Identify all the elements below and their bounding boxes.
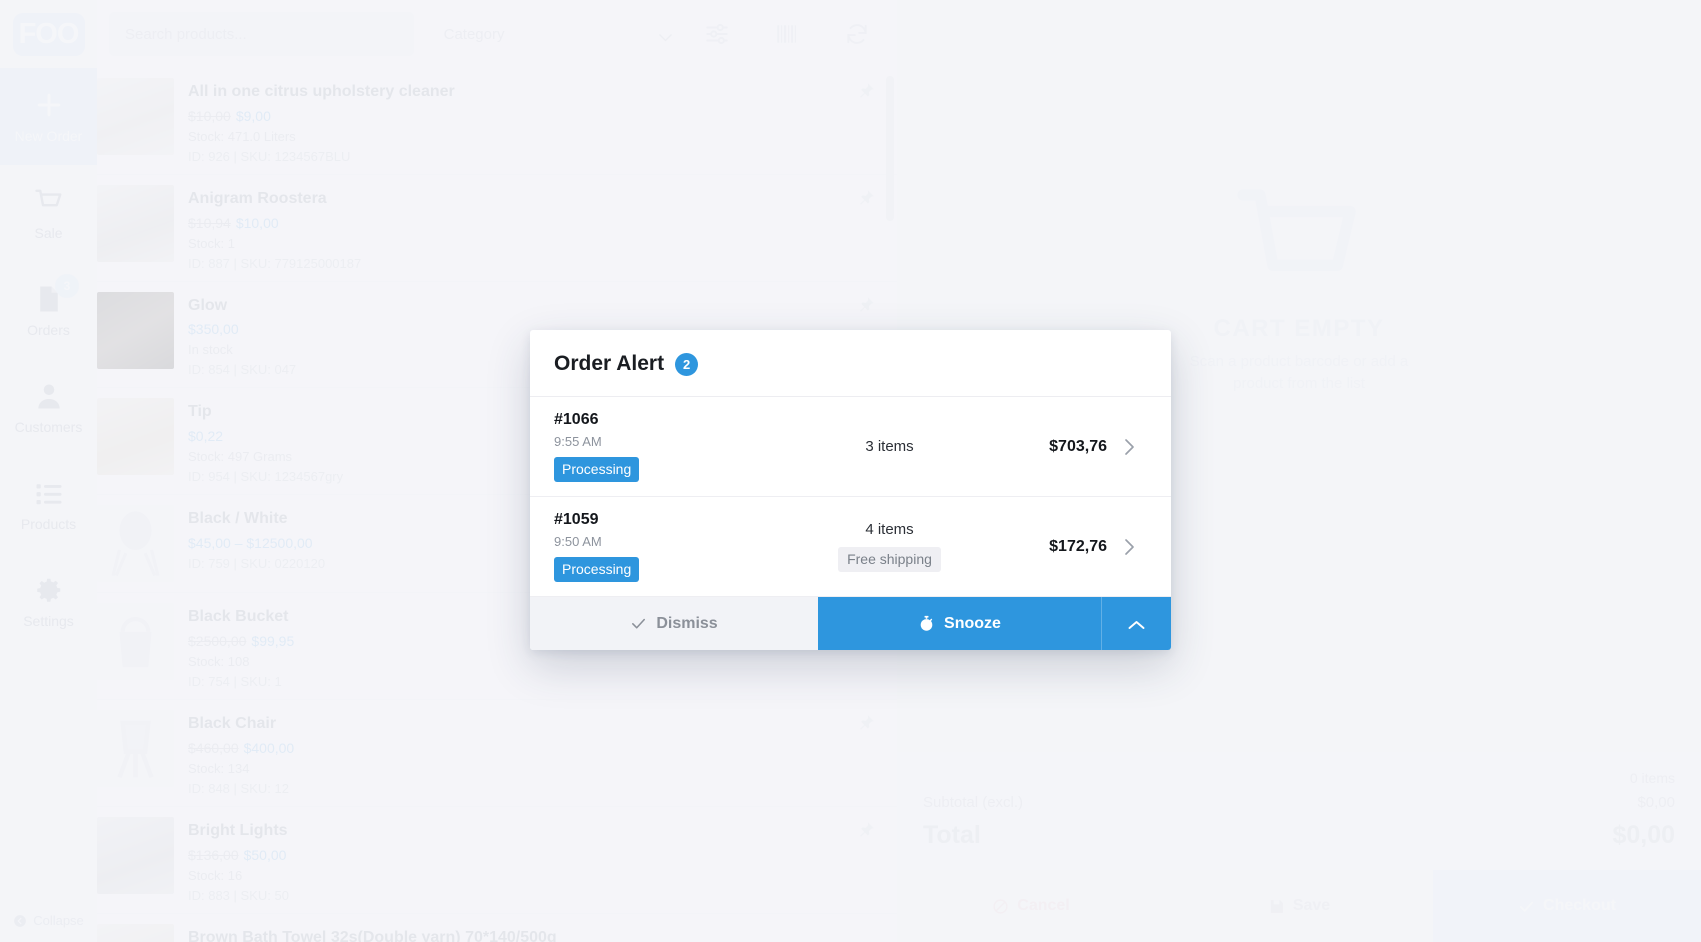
dismiss-label: Dismiss (656, 614, 718, 632)
status-badge: Processing (554, 557, 640, 582)
expand-collapse-button[interactable] (1101, 597, 1171, 650)
pos-application: FOO New Order Sale 3 Orders Customers Pr… (0, 0, 1701, 942)
order-time: 9:55 AM (554, 434, 602, 449)
order-total: $703,76 (1049, 437, 1107, 455)
snooze-button[interactable]: Snooze (818, 597, 1101, 650)
order-number: #1066 (554, 411, 599, 428)
order-items-count: 4 items (865, 521, 914, 538)
status-badge: Processing (554, 457, 640, 482)
chevron-up-icon (1127, 618, 1146, 630)
order-total: $172,76 (1049, 537, 1107, 555)
order-row[interactable]: #1066 9:55 AM Processing 3 items $703,76 (530, 397, 1171, 497)
snooze-label: Snooze (944, 614, 1001, 632)
check-icon (630, 615, 647, 632)
order-items-count: 3 items (865, 438, 914, 455)
order-time: 9:50 AM (554, 534, 602, 549)
dialog-header: Order Alert 2 (530, 330, 1171, 397)
dismiss-button[interactable]: Dismiss (530, 597, 818, 650)
chevron-right-icon (1123, 537, 1136, 557)
order-alert-dialog: Order Alert 2 #1066 9:55 AM Processing 3… (530, 330, 1171, 650)
order-count-badge: 2 (675, 352, 699, 376)
order-row[interactable]: #1059 9:50 AM Processing 4 items Free sh… (530, 497, 1171, 597)
order-open-button[interactable] (1107, 537, 1151, 557)
dialog-footer: Dismiss Snooze (530, 597, 1171, 650)
stopwatch-icon (918, 615, 935, 632)
free-shipping-chip: Free shipping (838, 547, 941, 572)
order-open-button[interactable] (1107, 437, 1151, 457)
dialog-title: Order Alert (554, 352, 665, 375)
order-number: #1059 (554, 511, 599, 528)
chevron-right-icon (1123, 437, 1136, 457)
